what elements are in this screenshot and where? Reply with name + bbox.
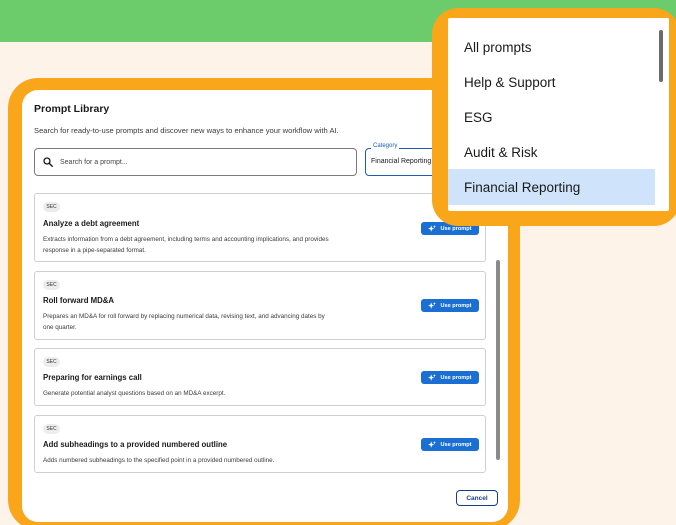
card-title: Roll forward MD&A: [43, 296, 115, 305]
card-badge: SEC: [43, 357, 60, 367]
modal-subtitle: Search for ready-to-use prompts and disc…: [34, 126, 339, 135]
modal-title: Prompt Library: [34, 103, 110, 115]
sparkle-icon: [428, 301, 437, 309]
use-prompt-button[interactable]: Use prompt: [421, 299, 479, 312]
sparkle-icon: [428, 440, 437, 448]
cancel-button[interactable]: Cancel: [456, 490, 498, 506]
category-label: Category: [371, 143, 400, 149]
prompt-card: SEC Add subheadings to a provided number…: [34, 415, 486, 473]
use-prompt-button[interactable]: Use prompt: [421, 371, 479, 384]
dropdown-scrollbar[interactable]: [659, 30, 663, 82]
card-title: Analyze a debt agreement: [43, 219, 140, 228]
card-description: Prepares an MD&A for roll forward by rep…: [43, 313, 325, 331]
card-title: Add subheadings to a provided numbered o…: [43, 440, 228, 449]
dropdown-item-audit-risk[interactable]: Audit & Risk: [448, 134, 655, 170]
card-description: Extracts information from a debt agreeme…: [43, 236, 329, 254]
card-title: Preparing for earnings call: [43, 373, 142, 382]
category-dropdown: All prompts Help & Support ESG Audit & R…: [448, 18, 669, 211]
card-description: Adds numbered subheadings to the specifi…: [43, 457, 275, 464]
dropdown-item-esg[interactable]: ESG: [448, 99, 655, 135]
category-value: Financial Reporting: [371, 158, 432, 165]
search-icon: [43, 157, 53, 167]
card-badge: SEC: [43, 202, 60, 212]
prompt-card: SEC Preparing for earnings call Generate…: [34, 348, 486, 406]
card-description: Generate potential analyst questions bas…: [43, 390, 226, 397]
modal-scrollbar[interactable]: [496, 260, 500, 460]
card-badge: SEC: [43, 424, 60, 434]
card-badge: SEC: [43, 280, 60, 290]
prompt-card: SEC Analyze a debt agreement Extracts in…: [34, 193, 486, 262]
prompt-card: SEC Roll forward MD&A Prepares an MD&A f…: [34, 271, 486, 340]
dropdown-item-help-support[interactable]: Help & Support: [448, 64, 655, 100]
dropdown-item-financial-reporting[interactable]: Financial Reporting: [448, 169, 655, 205]
sparkle-icon: [428, 373, 437, 381]
use-prompt-button[interactable]: Use prompt: [421, 438, 479, 451]
search-placeholder: Search for a prompt...: [60, 158, 128, 166]
search-input[interactable]: Search for a prompt...: [34, 148, 357, 176]
dropdown-item-all-prompts[interactable]: All prompts: [448, 29, 655, 65]
sparkle-icon: [428, 224, 437, 232]
